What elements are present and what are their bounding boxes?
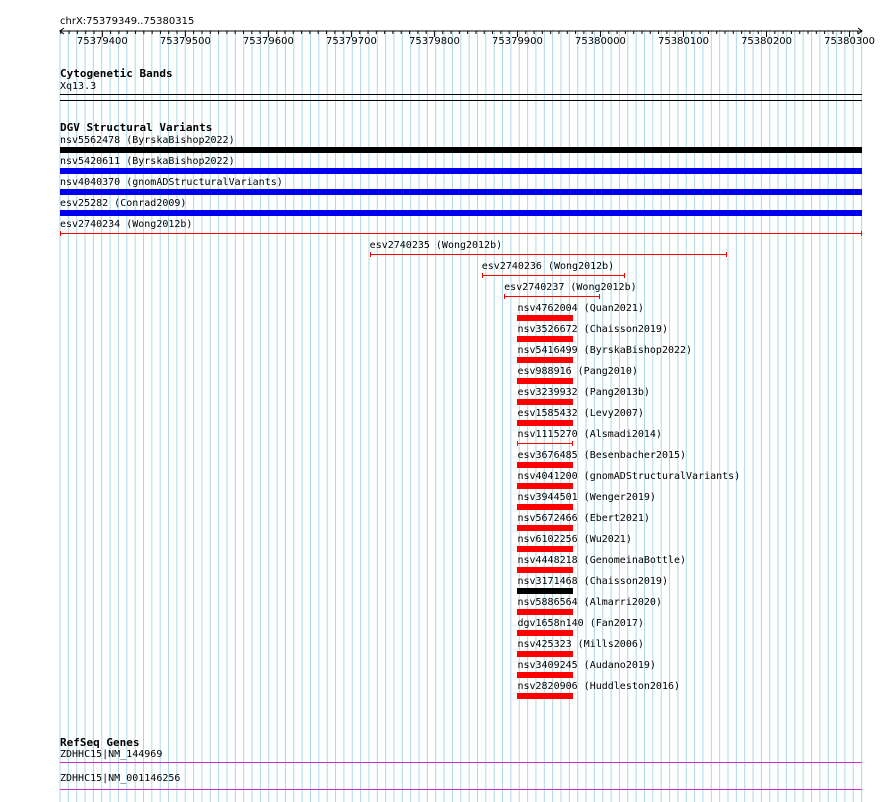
track-title-cytogenetic-bands: Cytogenetic Bands bbox=[60, 67, 173, 80]
feature-label[interactable]: esv1585432 (Levy2007) bbox=[517, 408, 643, 419]
feature-label[interactable]: esv2740234 (Wong2012b) bbox=[60, 219, 192, 230]
ruler-tick-label: 75380300 bbox=[824, 36, 875, 47]
feature-bar[interactable] bbox=[517, 588, 574, 594]
feature-label[interactable]: nsv3171468 (Chaisson2019) bbox=[517, 576, 668, 587]
feature-end-cap bbox=[861, 231, 862, 236]
feature-bar[interactable] bbox=[517, 546, 574, 552]
feature-label[interactable]: nsv5420611 (ByrskaBishop2022) bbox=[60, 156, 235, 167]
ruler-tick-label: 75380000 bbox=[575, 36, 626, 47]
feature-label[interactable]: esv2740237 (Wong2012b) bbox=[504, 282, 636, 293]
feature-end-cap bbox=[369, 252, 371, 257]
feature-label[interactable]: nsv5886564 (Almarri2020) bbox=[517, 597, 662, 608]
feature-bar[interactable] bbox=[517, 651, 574, 657]
feature-end-cap bbox=[504, 294, 506, 299]
feature-bar[interactable] bbox=[517, 504, 574, 510]
feature-bar[interactable] bbox=[517, 420, 574, 426]
feature-label[interactable]: esv988916 (Pang2010) bbox=[517, 366, 637, 377]
feature-label[interactable]: esv3676485 (Besenbacher2015) bbox=[517, 450, 686, 461]
feature-bar[interactable] bbox=[517, 315, 574, 321]
feature-label[interactable]: nsv3526672 (Chaisson2019) bbox=[517, 324, 668, 335]
feature-bar[interactable] bbox=[517, 357, 574, 363]
feature-bar[interactable] bbox=[517, 462, 574, 468]
feature-label[interactable]: nsv4041200 (gnomADStructuralVariants) bbox=[517, 471, 740, 482]
ruler-tick-label: 75380200 bbox=[741, 36, 792, 47]
ruler-tick-label: 75379800 bbox=[409, 36, 460, 47]
feature-label[interactable]: nsv4762004 (Quan2021) bbox=[517, 303, 643, 314]
feature-bar[interactable] bbox=[517, 630, 574, 636]
feature-line[interactable] bbox=[60, 233, 862, 234]
feature-line[interactable] bbox=[517, 443, 574, 444]
feature-bar[interactable] bbox=[517, 693, 574, 699]
feature-bar[interactable] bbox=[517, 609, 574, 615]
feature-line[interactable] bbox=[481, 275, 626, 276]
feature-label[interactable]: esv2740235 (Wong2012b) bbox=[370, 240, 502, 251]
feature-bar[interactable] bbox=[60, 189, 862, 195]
feature-line[interactable] bbox=[504, 296, 601, 297]
feature-label[interactable]: nsv425323 (Mills2006) bbox=[517, 639, 643, 650]
feature-bar[interactable] bbox=[60, 147, 862, 153]
gene-feature-line[interactable] bbox=[60, 789, 862, 794]
feature-end-cap bbox=[60, 231, 61, 236]
feature-end-cap bbox=[599, 294, 601, 299]
feature-bar[interactable] bbox=[517, 672, 574, 678]
cytoband-bar-bottom bbox=[60, 100, 862, 101]
feature-label[interactable]: nsv5416499 (ByrskaBishop2022) bbox=[517, 345, 692, 356]
feature-label[interactable]: dgv1658n140 (Fan2017) bbox=[517, 618, 643, 629]
feature-bar[interactable] bbox=[517, 399, 574, 405]
feature-bar[interactable] bbox=[517, 483, 574, 489]
ruler-tick-label: 75380100 bbox=[658, 36, 709, 47]
cytoband-bar-top bbox=[60, 94, 862, 95]
feature-end-cap bbox=[517, 441, 519, 446]
track-title-dgv: DGV Structural Variants bbox=[60, 121, 213, 134]
feature-label[interactable]: nsv1115270 (Alsmadi2014) bbox=[517, 429, 662, 440]
gene-label[interactable]: ZDHHC15|NM_001146256 bbox=[60, 773, 180, 784]
feature-label[interactable]: esv3239932 (Pang2013b) bbox=[517, 387, 649, 398]
cytoband-label[interactable]: Xq13.3 bbox=[60, 81, 96, 92]
feature-bar[interactable] bbox=[517, 378, 574, 384]
ruler-tick-label: 75379400 bbox=[77, 36, 128, 47]
feature-end-cap bbox=[725, 252, 727, 257]
feature-label[interactable]: nsv5562478 (ByrskaBishop2022) bbox=[60, 135, 235, 146]
feature-label[interactable]: nsv6102256 (Wu2021) bbox=[517, 534, 631, 545]
feature-bar[interactable] bbox=[517, 567, 574, 573]
feature-bar[interactable] bbox=[60, 210, 862, 216]
feature-label[interactable]: nsv3944501 (Wenger2019) bbox=[517, 492, 655, 503]
feature-end-cap bbox=[572, 441, 574, 446]
feature-label[interactable]: esv2740236 (Wong2012b) bbox=[482, 261, 614, 272]
feature-bar[interactable] bbox=[517, 336, 574, 342]
gene-feature-line[interactable] bbox=[60, 762, 862, 767]
ruler-tick-label: 75379500 bbox=[160, 36, 211, 47]
feature-end-cap bbox=[481, 273, 483, 278]
feature-label[interactable]: esv25282 (Conrad2009) bbox=[60, 198, 186, 209]
feature-label[interactable]: nsv3409245 (Audano2019) bbox=[517, 660, 655, 671]
feature-label[interactable]: nsv4040370 (gnomADStructuralVariants) bbox=[60, 177, 283, 188]
gene-label[interactable]: ZDHHC15|NM_144969 bbox=[60, 749, 162, 760]
ruler-tick-label: 75379600 bbox=[243, 36, 294, 47]
feature-label[interactable]: nsv4448218 (GenomeinaBottle) bbox=[517, 555, 686, 566]
feature-bar[interactable] bbox=[60, 168, 862, 174]
feature-end-cap bbox=[624, 273, 626, 278]
track-title-refseq: RefSeq Genes bbox=[60, 736, 140, 749]
ruler-tick-label: 75379700 bbox=[326, 36, 377, 47]
feature-label[interactable]: nsv5672466 (Ebert2021) bbox=[517, 513, 649, 524]
ruler[interactable]: 75379400 75379500 75379600 75379700 75379800… bbox=[0, 24, 890, 54]
ruler-tick-label: 75379900 bbox=[492, 36, 543, 47]
feature-line[interactable] bbox=[369, 254, 727, 255]
feature-bar[interactable] bbox=[517, 525, 574, 531]
feature-label[interactable]: nsv2820906 (Huddleston2016) bbox=[517, 681, 680, 692]
